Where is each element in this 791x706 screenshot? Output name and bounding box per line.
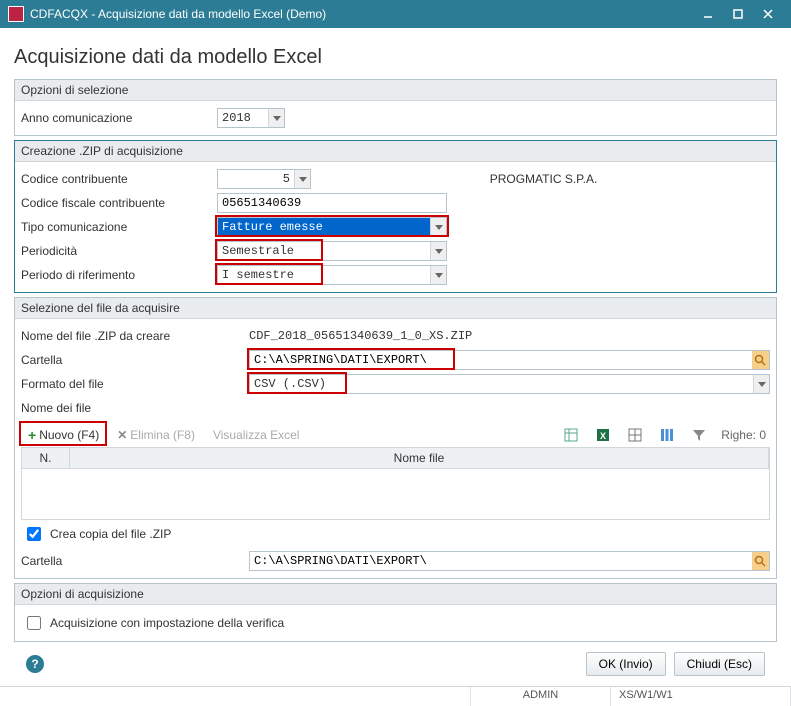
crea-copia-checkbox[interactable] [27,527,41,541]
cf-input[interactable] [217,193,447,213]
tipo-com-value: Fatture emesse [218,220,430,234]
window-titlebar: CDFACQX - Acquisizione dati da modello E… [0,0,791,28]
periodo-rif-combo[interactable]: I semestre [217,265,447,285]
periodo-rif-value: I semestre [218,268,430,282]
delete-icon: ✕ [117,428,127,442]
grid-icon[interactable] [621,425,649,445]
chevron-down-icon[interactable] [294,170,310,188]
cartella2-input[interactable] [249,551,770,571]
periodicita-combo[interactable]: Semestrale [217,241,447,261]
crea-copia-label: Crea copia del file .ZIP [50,527,171,541]
file-toolbar: + Nuovo (F4) ✕ Elimina (F8) Visualizza E… [21,423,770,448]
group-selezione-file: Selezione del file da acquisire Nome del… [14,297,777,579]
anno-label: Anno comunicazione [21,111,211,125]
status-user: ADMIN [471,687,611,706]
plus-icon: + [28,428,36,442]
codice-contrib-combo[interactable]: 5 [217,169,311,189]
group-opzioni-selezione: Opzioni di selezione Anno comunicazione … [14,79,777,136]
close-button[interactable] [753,4,783,24]
cartella-label: Cartella [21,353,231,367]
help-icon[interactable]: ? [26,655,44,673]
browse-folder-icon[interactable] [752,351,769,369]
periodicita-value: Semestrale [218,244,430,258]
ragione-sociale: PROGMATIC S.P.A. [317,172,770,186]
app-icon [8,6,24,22]
cartella2-value[interactable] [250,552,752,570]
chevron-down-icon[interactable] [430,242,446,260]
browse-folder-icon[interactable] [752,552,769,570]
group-opzioni-acquisizione-header: Opzioni di acquisizione [15,584,776,605]
group-creazione-zip-header: Creazione .ZIP di acquisizione [15,141,776,162]
footer-bar: ? OK (Invio) Chiudi (Esc) [14,646,777,682]
righe-label: Righe: 0 [717,428,770,442]
group-selezione-file-header: Selezione del file da acquisire [15,298,776,319]
zip-label: Nome del file .ZIP da creare [21,329,231,343]
nuovo-button[interactable]: + Nuovo (F4) [21,425,106,445]
grid-body[interactable] [22,469,769,519]
chiudi-button[interactable]: Chiudi (Esc) [674,652,765,676]
chevron-down-icon[interactable] [430,218,446,236]
nomefile-label: Nome dei file [21,401,231,415]
zip-value: CDF_2018_05651340639_1_0_XS.ZIP [237,329,476,343]
cf-value[interactable] [218,194,446,212]
tool-icon-1[interactable] [557,425,585,445]
visualizza-label: Visualizza Excel [213,428,299,442]
elimina-button[interactable]: ✕ Elimina (F8) [110,425,202,445]
cartella-value[interactable] [250,351,752,369]
chevron-down-icon[interactable] [430,266,446,284]
anno-combo[interactable]: 2018 [217,108,285,128]
page-title: Acquisizione dati da modello Excel [14,46,777,69]
file-grid: N. Nome file [21,448,770,520]
grid-header: N. Nome file [22,448,769,469]
svg-text:X: X [600,431,606,441]
col-n[interactable]: N. [22,448,70,468]
chevron-down-icon[interactable] [268,109,284,127]
cartella-input[interactable] [249,350,770,370]
group-creazione-zip: Creazione .ZIP di acquisizione Codice co… [14,140,777,293]
anno-value: 2018 [218,111,268,125]
formato-value: CSV (.CSV) [250,377,753,391]
impostazione-verifica-checkbox[interactable] [27,616,41,630]
cf-label: Codice fiscale contribuente [21,196,211,210]
window-title: CDFACQX - Acquisizione dati da modello E… [30,7,693,21]
filter-icon[interactable] [685,425,713,445]
tipo-com-label: Tipo comunicazione [21,220,211,234]
periodicita-label: Periodicità [21,244,211,258]
formato-combo[interactable]: CSV (.CSV) [249,374,770,394]
nuovo-label: Nuovo (F4) [39,428,99,442]
ok-button[interactable]: OK (Invio) [586,652,666,676]
periodo-rif-label: Periodo di riferimento [21,268,211,282]
formato-label: Formato del file [21,377,231,391]
status-env: XS/W1/W1 [611,687,791,706]
col-nomefile[interactable]: Nome file [70,448,769,468]
visualizza-excel-button[interactable]: Visualizza Excel [206,425,306,445]
columns-icon[interactable] [653,425,681,445]
chevron-down-icon[interactable] [753,375,769,393]
codice-contrib-value: 5 [218,172,294,186]
maximize-button[interactable] [723,4,753,24]
tipo-com-combo[interactable]: Fatture emesse [217,217,447,237]
codice-contrib-label: Codice contribuente [21,172,211,186]
group-opzioni-acquisizione: Opzioni di acquisizione Acquisizione con… [14,583,777,642]
minimize-button[interactable] [693,4,723,24]
elimina-label: Elimina (F8) [130,428,195,442]
excel-icon[interactable]: X [589,425,617,445]
status-bar: ADMIN XS/W1/W1 [0,686,791,706]
cartella2-label: Cartella [21,554,231,568]
impostazione-verifica-label: Acquisizione con impostazione della veri… [50,616,284,630]
group-opzioni-selezione-header: Opzioni di selezione [15,80,776,101]
